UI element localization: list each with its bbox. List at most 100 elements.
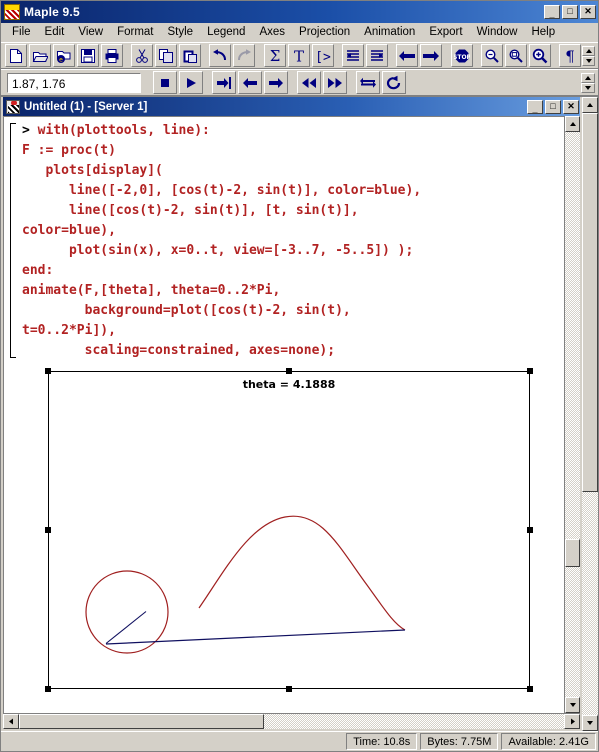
text-input-button[interactable]: T (287, 44, 310, 67)
animation-play-button[interactable] (179, 71, 203, 94)
doc-scroll-left-button[interactable] (3, 714, 19, 729)
document-minimize-button[interactable]: _ (527, 99, 543, 114)
new-button[interactable] (5, 44, 27, 67)
open-url-icon: e (56, 50, 71, 63)
animation-backward-button[interactable] (238, 71, 262, 94)
zoom-out-button[interactable] (481, 44, 503, 67)
mdi-vscroll-thumb[interactable] (582, 113, 598, 493)
code-line[interactable]: line([cos(t)-2, sin(t)], [t, sin(t)], (8, 201, 564, 221)
indent-button[interactable] (366, 44, 388, 67)
forward-button[interactable] (420, 44, 443, 67)
animation-slower-button[interactable] (297, 71, 321, 94)
menu-style[interactable]: Style (161, 24, 201, 40)
zoom-100-button[interactable] (504, 44, 527, 67)
plot-frame[interactable]: theta = 4.1888 (48, 371, 530, 689)
svg-text:Σ: Σ (269, 48, 280, 64)
plot-handle-top-center[interactable] (286, 368, 292, 374)
back-button[interactable] (396, 44, 419, 67)
document-titlebar: Untitled (1) - [Server 1] _ □ ✕ (3, 97, 580, 116)
minimize-button[interactable]: _ (544, 5, 560, 19)
menu-view[interactable]: View (71, 24, 110, 40)
code-line[interactable]: color=blue), (8, 221, 564, 241)
main-toolbar-spinner[interactable] (582, 45, 595, 67)
animation-stop-button[interactable] (153, 71, 177, 94)
code-line[interactable]: plot(sin(x), x=0..t, view=[-3..7, -5..5]… (8, 241, 564, 261)
animation-toolbar-spinner[interactable] (581, 72, 595, 94)
code-line[interactable]: background=plot([cos(t)-2, sin(t), (8, 301, 564, 321)
doc-vscroll-track[interactable] (565, 132, 580, 697)
undo-button[interactable] (209, 44, 232, 67)
doc-hscroll-track[interactable] (19, 714, 564, 729)
menu-axes[interactable]: Axes (252, 24, 292, 40)
code-line[interactable]: end: (8, 261, 564, 281)
menu-format[interactable]: Format (110, 24, 160, 40)
open-url-button[interactable]: e (52, 44, 75, 67)
doc-hscroll-thumb[interactable] (19, 714, 265, 729)
spinner-down-button[interactable] (582, 55, 595, 66)
anim-spinner-up-button[interactable] (581, 72, 595, 83)
spinner-up-button[interactable] (582, 45, 595, 56)
code-line[interactable]: F := proc(t) (8, 141, 564, 161)
document-restore-button[interactable]: □ (545, 99, 561, 114)
plot-handle-bottom-center[interactable] (286, 686, 292, 692)
animation-next-frame-button[interactable] (212, 71, 236, 94)
doc-scroll-right-button[interactable] (564, 714, 580, 729)
code-line[interactable]: animate(F,[theta], theta=0..2*Pi, (8, 281, 564, 301)
cut-button[interactable] (131, 44, 154, 67)
menu-window[interactable]: Window (470, 24, 525, 40)
menu-legend[interactable]: Legend (200, 24, 252, 40)
maple-input-button[interactable]: [> (311, 44, 334, 67)
document-close-button[interactable]: ✕ (563, 99, 579, 114)
mdi-vertical-scrollbar[interactable] (582, 97, 598, 731)
menu-animation[interactable]: Animation (357, 24, 422, 40)
animation-oscillate-button[interactable] (356, 71, 380, 94)
document-vertical-scrollbar[interactable] (564, 116, 580, 713)
code-line[interactable]: plots[display]( (8, 161, 564, 181)
menu-projection[interactable]: Projection (292, 24, 357, 40)
animation-faster-button[interactable] (323, 71, 347, 94)
save-button[interactable] (76, 44, 99, 67)
animation-loop-button[interactable] (382, 71, 406, 94)
close-button[interactable]: ✕ (580, 5, 596, 19)
plot-handle-bottom-left[interactable] (45, 686, 51, 692)
redo-button[interactable] (233, 44, 256, 67)
plot-coordinates-field[interactable] (7, 72, 141, 93)
document-horizontal-scrollbar[interactable] (3, 713, 580, 729)
plot-output-region[interactable]: theta = 4.1888 (45, 368, 533, 692)
plot-handle-top-right[interactable] (527, 368, 533, 374)
doc-scroll-up-button[interactable] (565, 116, 580, 132)
code-line[interactable]: line([-2,0], [cos(t)-2, sin(t)], color=b… (8, 181, 564, 201)
paste-button[interactable] (179, 44, 202, 67)
menu-file[interactable]: File (5, 24, 38, 40)
mdi-scroll-up-button[interactable] (582, 97, 598, 113)
anim-spinner-down-button[interactable] (581, 82, 595, 93)
maximize-button[interactable]: □ (562, 5, 578, 19)
maple-doc-icon (6, 99, 20, 114)
maple-leaf-icon (4, 4, 20, 20)
plot-handle-top-left[interactable] (45, 368, 51, 374)
print-button[interactable] (100, 44, 123, 67)
code-line[interactable]: scaling=constrained, axes=none); (8, 341, 564, 361)
plot-handle-mid-right[interactable] (527, 527, 533, 533)
code-line[interactable]: t=0..2*Pi]), (8, 321, 564, 341)
stop-button[interactable]: STOP (450, 44, 473, 67)
play-animation-icon (187, 77, 196, 88)
menu-help[interactable]: Help (524, 24, 562, 40)
show-markers-button[interactable]: ¶ (559, 44, 582, 67)
plot-handle-mid-left[interactable] (45, 527, 51, 533)
menu-edit[interactable]: Edit (38, 24, 72, 40)
mdi-scroll-down-button[interactable] (582, 715, 598, 731)
doc-vscroll-thumb[interactable] (565, 538, 580, 568)
plot-handle-bottom-right[interactable] (527, 686, 533, 692)
open-button[interactable] (28, 44, 51, 67)
outdent-button[interactable] (342, 44, 364, 67)
menu-export[interactable]: Export (422, 24, 469, 40)
worksheet-canvas[interactable]: > with(plottools, line): F := proc(t) pl… (3, 116, 564, 713)
code-line[interactable]: > with(plottools, line): (8, 121, 564, 141)
mdi-vscroll-track[interactable] (582, 113, 598, 715)
math-input-button[interactable]: Σ (263, 44, 286, 67)
zoom-in-button[interactable] (528, 44, 551, 67)
doc-scroll-down-button[interactable] (565, 697, 580, 713)
animation-forward-button[interactable] (264, 71, 288, 94)
copy-button[interactable] (155, 44, 178, 67)
